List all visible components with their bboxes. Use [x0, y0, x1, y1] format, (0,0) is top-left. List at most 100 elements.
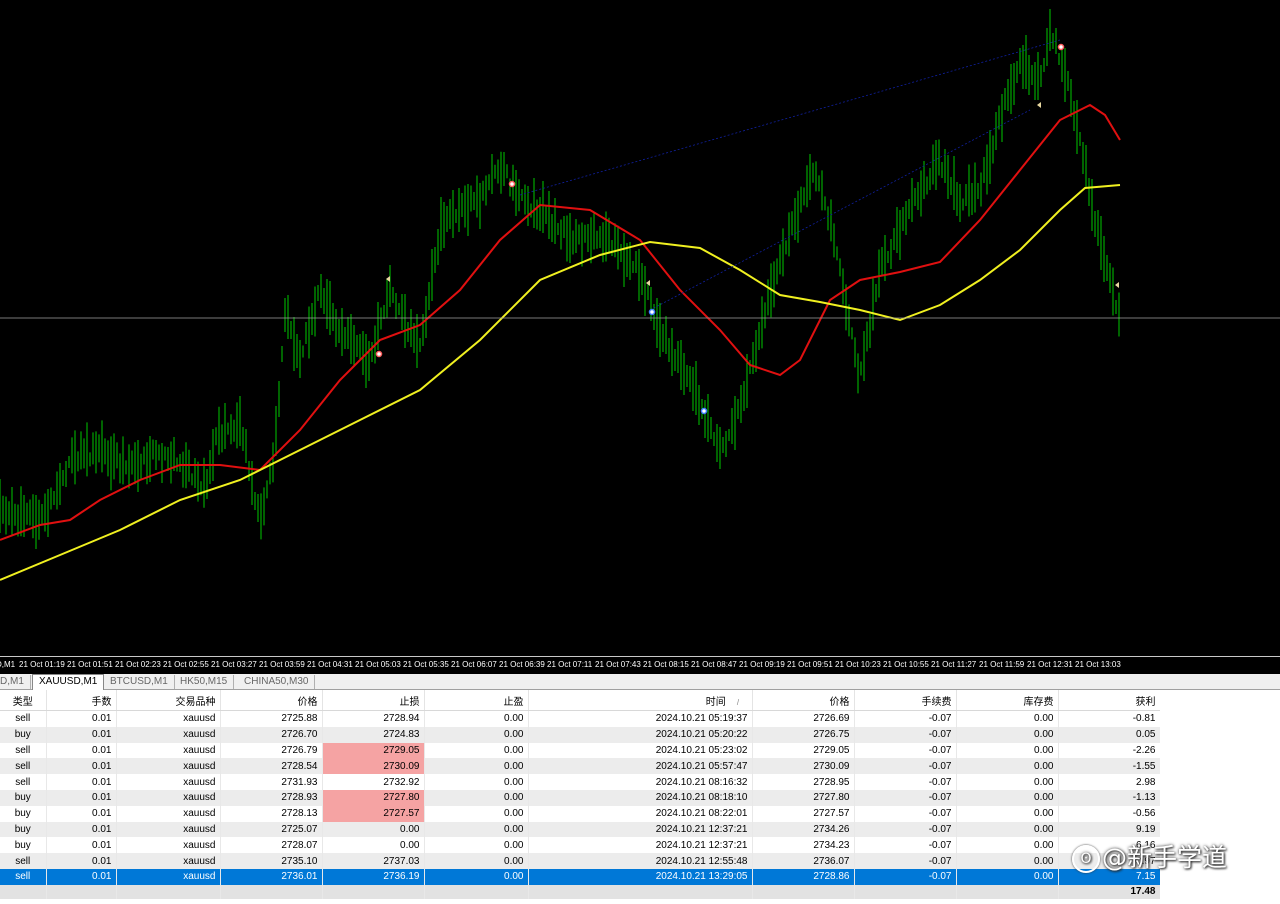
col-header-symbol[interactable]: 交易品种	[116, 690, 221, 711]
cell-commission: -0.07	[854, 805, 957, 822]
time-axis-label: 21 Oct 05:35	[403, 660, 449, 669]
table-row[interactable]: buy 0.01 xauusd 2725.07 0.00 0.00 2024.10.21 1…	[0, 821, 1161, 838]
cell-lots: 0.01	[46, 837, 117, 854]
cell-lots: 0.01	[46, 774, 117, 790]
cell-profit: -1.13	[1058, 789, 1161, 806]
close-arrow-icon	[1115, 282, 1119, 288]
cell-tp: 0.00	[424, 789, 529, 806]
col-header-take-profit[interactable]: 止盈	[424, 690, 529, 711]
cell-type: buy	[0, 789, 47, 806]
chart-canvas[interactable]	[0, 0, 1280, 656]
cell-sl: 0.00	[322, 837, 425, 854]
table-header-row: 类型 手数 交易品种 价格 止损 止盈 时间 / 价格 手续费 库存费 获利	[0, 690, 1161, 711]
cell-swap: 0.00	[956, 821, 1059, 838]
col-header-close-price[interactable]: 价格	[752, 690, 855, 711]
table-row[interactable]: sell 0.01 xauusd 2725.88 2728.94 0.00 2024.10.…	[0, 710, 1161, 727]
cell-type: sell	[0, 758, 47, 775]
cell-close-price: 2730.09	[752, 758, 855, 775]
total-profit: 17.48	[1058, 884, 1161, 899]
col-header-time-label: 时间	[705, 696, 726, 708]
cell-sl: 2730.09	[322, 758, 425, 775]
cell-symbol: xauusd	[116, 853, 221, 869]
cell-commission: -0.07	[854, 868, 957, 885]
cell-sl: 2724.83	[322, 726, 425, 743]
table-row[interactable]: buy 0.01 xauusd 2728.13 2727.57 0.00 2024.10.2…	[0, 805, 1161, 822]
time-axis-label: 21 Oct 08:15	[643, 660, 689, 669]
cell-lots: 0.01	[46, 758, 117, 775]
trade-history-table: 类型 手数 交易品种 价格 止损 止盈 时间 / 价格 手续费 库存费 获利 s…	[0, 690, 1161, 899]
time-axis-label: 21 Oct 01:19	[19, 660, 65, 669]
table-row[interactable]: buy 0.01 xauusd 2728.93 2727.80 0.00 2024.10.2…	[0, 789, 1161, 806]
col-header-stop-loss[interactable]: 止损	[322, 690, 425, 711]
table-row[interactable]: buy 0.01 xauusd 2726.70 2724.83 0.00 2024.10.2…	[0, 726, 1161, 743]
time-axis-label: 21 Oct 08:47	[691, 660, 737, 669]
time-axis-label: 21 Oct 10:55	[883, 660, 929, 669]
weibo-icon: ʘ	[1072, 845, 1100, 873]
table-row[interactable]: sell 0.01 xauusd 2728.54 2730.09 0.00 2024.10.…	[0, 758, 1161, 775]
cell-tp: 0.00	[424, 726, 529, 743]
chart-tab[interactable]: D,M1	[0, 675, 31, 689]
total-empty-cell	[46, 884, 117, 899]
cell-time: 2024.10.21 05:57:47	[528, 758, 753, 775]
col-header-lots[interactable]: 手数	[46, 690, 117, 711]
total-empty-cell	[116, 884, 221, 899]
cell-price: 2731.93	[220, 774, 323, 790]
cell-type: buy	[0, 821, 47, 838]
cell-swap: 0.00	[956, 805, 1059, 822]
cell-swap: 0.00	[956, 710, 1059, 727]
chart-tab[interactable]: HK50,M15	[174, 675, 235, 689]
cell-close-price: 2736.07	[752, 853, 855, 869]
cell-sl: 2728.94	[322, 710, 425, 727]
cell-close-price: 2726.69	[752, 710, 855, 727]
cell-tp: 0.00	[424, 742, 529, 759]
time-axis-label: 21 Oct 02:55	[163, 660, 209, 669]
time-axis-label: 21 Oct 07:43	[595, 660, 641, 669]
cell-time: 2024.10.21 05:23:02	[528, 742, 753, 759]
cell-type: sell	[0, 868, 47, 885]
cell-commission: -0.07	[854, 710, 957, 727]
trade-rows: sell 0.01 xauusd 2725.88 2728.94 0.00 2024.10.…	[0, 710, 1161, 899]
close-arrow-icon	[1037, 102, 1041, 108]
chart-tab[interactable]: XAUUSD,M1	[32, 674, 105, 690]
col-header-swap[interactable]: 库存费	[956, 690, 1059, 711]
cell-symbol: xauusd	[116, 710, 221, 727]
cell-profit: -1.55	[1058, 758, 1161, 775]
col-header-time[interactable]: 时间 /	[528, 690, 753, 711]
total-empty-cell	[220, 884, 323, 899]
col-header-commission[interactable]: 手续费	[854, 690, 957, 711]
time-axis-label: 21 Oct 07:11	[547, 660, 593, 669]
cell-tp: 0.00	[424, 868, 529, 885]
chart-tab[interactable]: CHINA50,M30	[238, 675, 316, 689]
cell-profit: 2.98	[1058, 774, 1161, 790]
ma-slow-line	[0, 184, 1121, 581]
time-axis-label: 21 Oct 11:27	[931, 660, 977, 669]
cell-symbol: xauusd	[116, 726, 221, 743]
chart-tab[interactable]: BTCUSD,M1	[104, 675, 175, 689]
ma-fast-line	[0, 103, 1121, 541]
watermark: ʘ @新手学道	[1072, 838, 1227, 874]
col-header-profit[interactable]: 获利	[1058, 690, 1161, 711]
cell-time: 2024.10.21 12:37:21	[528, 837, 753, 854]
col-header-price[interactable]: 价格	[220, 690, 323, 711]
cell-type: buy	[0, 837, 47, 854]
price-bars	[0, 9, 1120, 549]
table-row[interactable]: sell 0.01 xauusd 2731.93 2732.92 0.00 2024.10.…	[0, 774, 1161, 790]
time-axis-label: 21 Oct 13:03	[1075, 660, 1121, 669]
cell-commission: -0.07	[854, 726, 957, 743]
cell-lots: 0.01	[46, 853, 117, 869]
table-row[interactable]: sell 0.01 xauusd 2735.10 2737.03 0.00 2024.10.…	[0, 853, 1161, 869]
price-chart[interactable]	[0, 0, 1280, 656]
cell-type: buy	[0, 805, 47, 822]
cell-symbol: xauusd	[116, 868, 221, 885]
table-row[interactable]: sell 0.01 xauusd 2726.79 2729.05 0.00 2024.10.…	[0, 742, 1161, 759]
col-header-type[interactable]: 类型	[0, 690, 47, 711]
table-row[interactable]: buy 0.01 xauusd 2728.07 0.00 0.00 2024.10.21 1…	[0, 837, 1161, 854]
cell-swap: 0.00	[956, 758, 1059, 775]
cell-time: 2024.10.21 12:37:21	[528, 821, 753, 838]
cell-time: 2024.10.21 05:19:37	[528, 710, 753, 727]
cell-tp: 0.00	[424, 805, 529, 822]
cell-sl: 2736.19	[322, 868, 425, 885]
cell-symbol: xauusd	[116, 742, 221, 759]
total-empty-cell	[854, 884, 957, 899]
table-row[interactable]: sell 0.01 xauusd 2736.01 2736.19 0.00 2024.10.…	[0, 868, 1161, 885]
